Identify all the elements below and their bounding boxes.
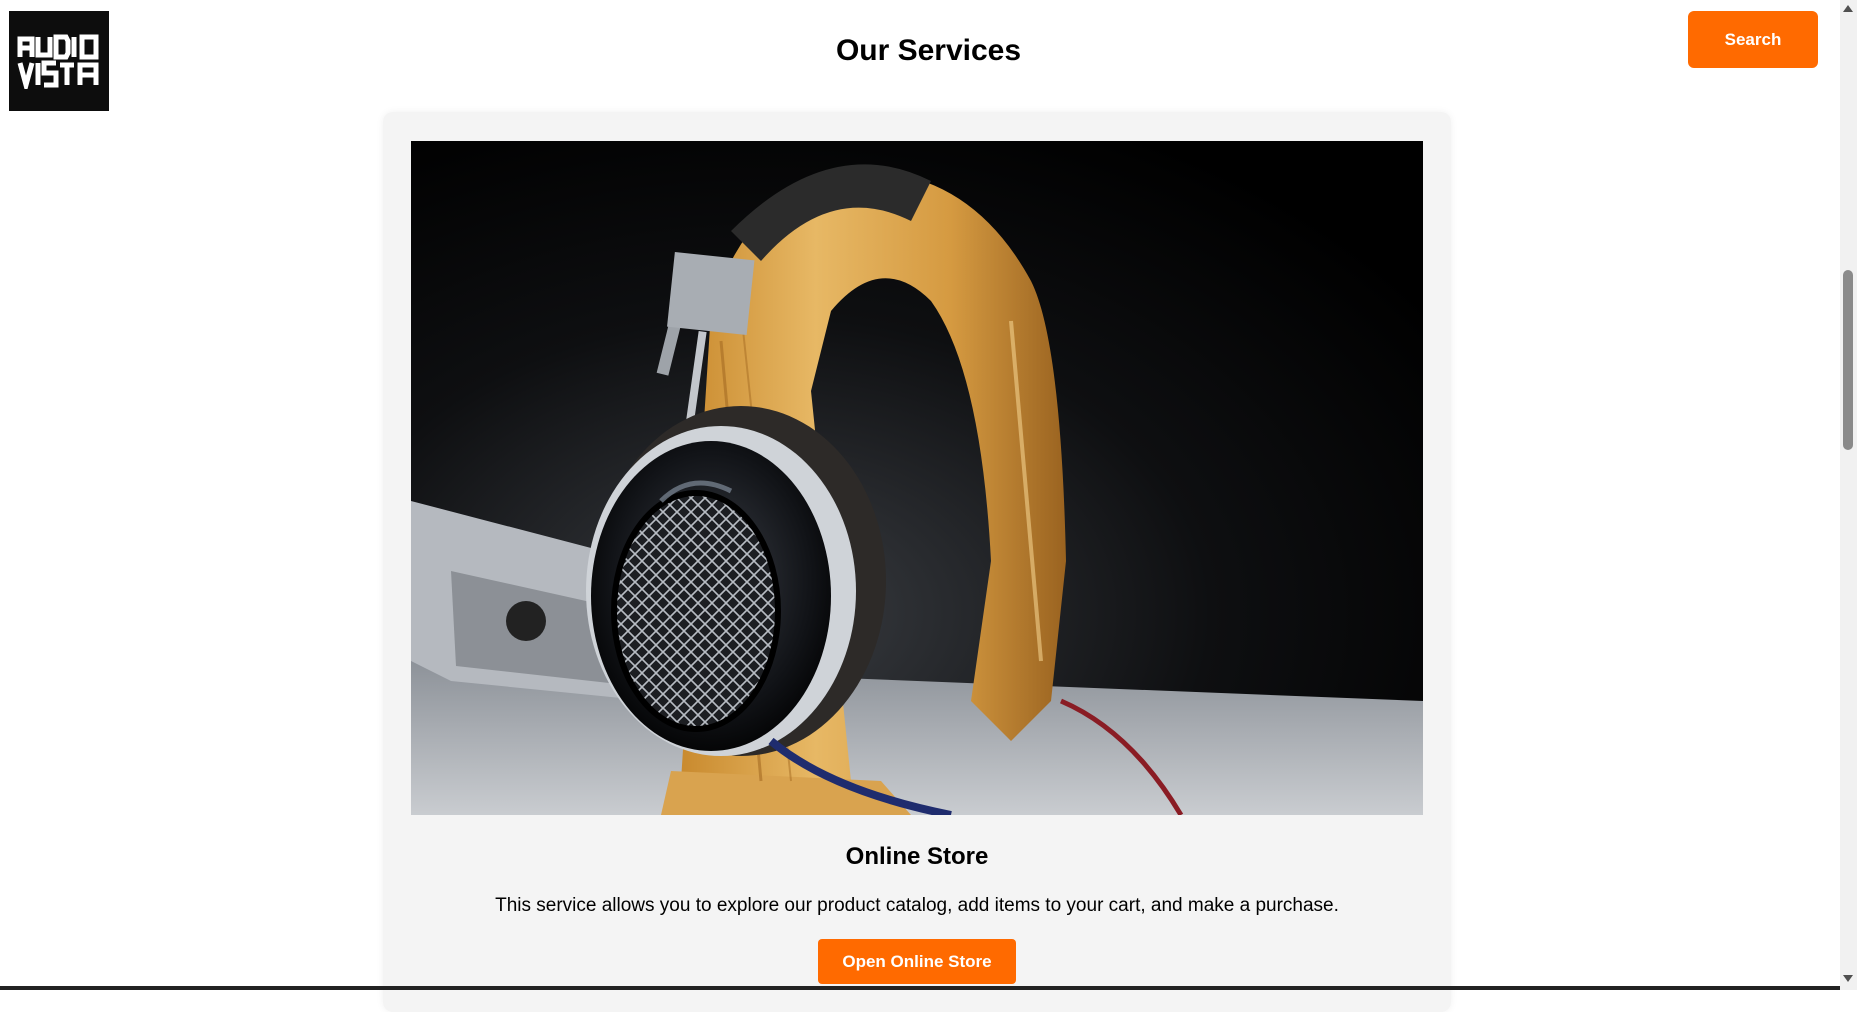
service-description: This service allows you to explore our p… xyxy=(495,895,1339,916)
bottom-edge xyxy=(0,986,1840,990)
scroll-down-icon[interactable] xyxy=(1843,975,1853,982)
search-button[interactable]: Search xyxy=(1688,11,1818,68)
service-title: Online Store xyxy=(845,843,989,870)
scroll-thumb[interactable] xyxy=(1843,270,1853,450)
headphones-image xyxy=(411,141,1423,815)
open-online-store-button[interactable]: Open Online Store xyxy=(818,939,1016,984)
service-image xyxy=(411,141,1423,815)
vertical-scrollbar[interactable] xyxy=(1840,0,1857,990)
page-title: Our Services xyxy=(835,34,1022,67)
service-card: Online Store This service allows you to … xyxy=(383,112,1451,1012)
scroll-up-icon[interactable] xyxy=(1843,5,1853,12)
